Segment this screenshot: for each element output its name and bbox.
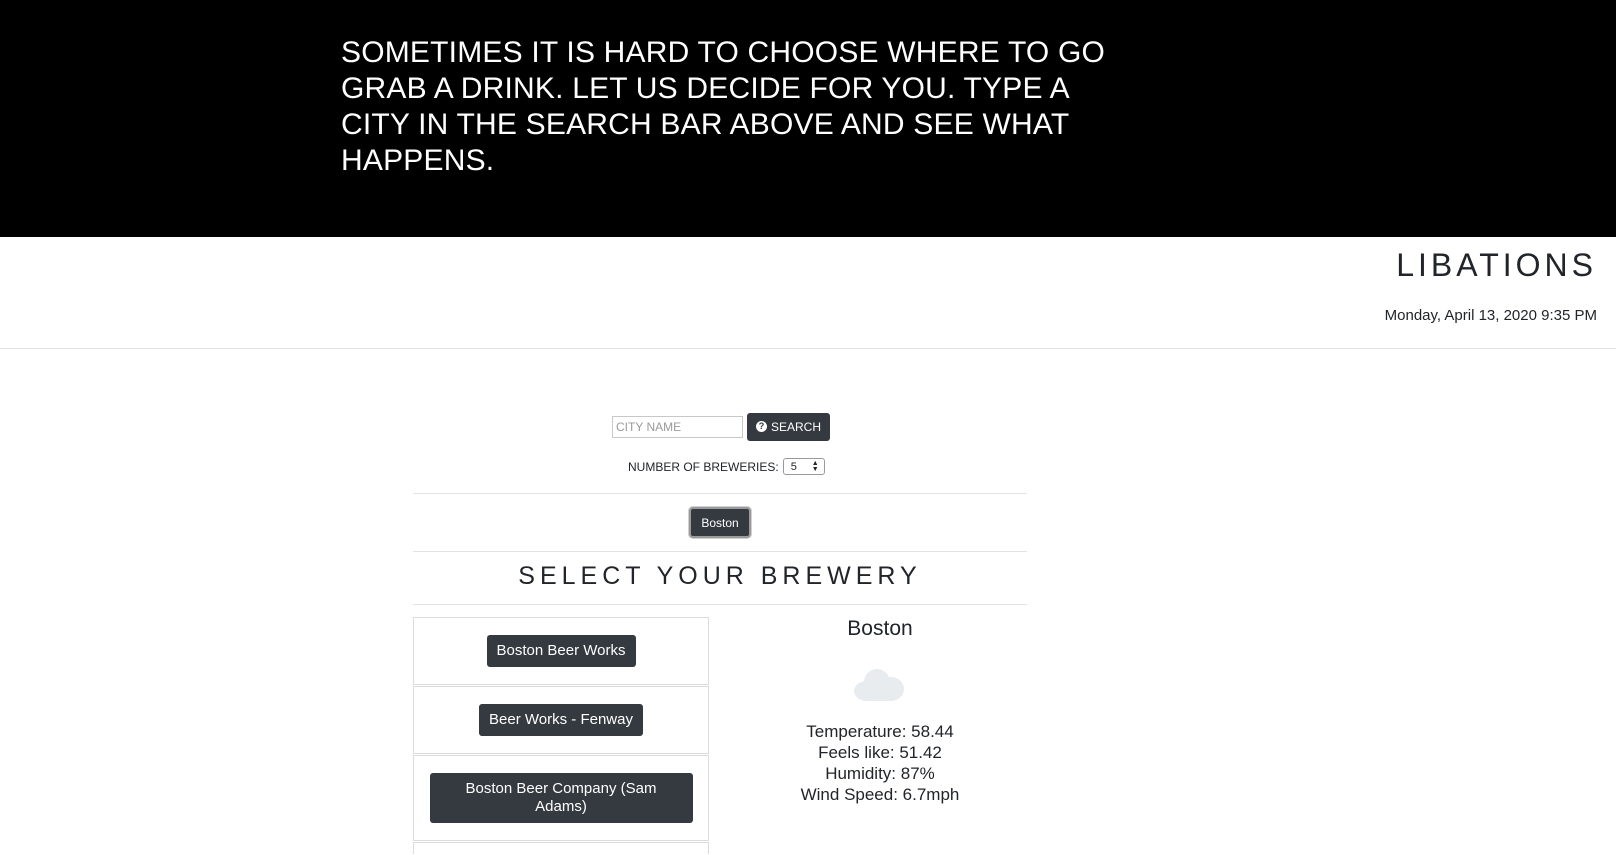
list-item: Beer Works - Fenway bbox=[413, 686, 709, 754]
brewery-section-title: SELECT YOUR BREWERY bbox=[518, 562, 922, 590]
divider bbox=[413, 551, 1027, 552]
brewery-count-label: NUMBER OF BREWERIES: bbox=[628, 459, 779, 474]
cloud-icon bbox=[854, 667, 906, 701]
question-circle-icon: ? bbox=[756, 421, 767, 432]
city-search-input[interactable] bbox=[612, 415, 743, 438]
weather-humidity: Humidity: 87% bbox=[825, 764, 935, 783]
history-city-button[interactable]: Boston bbox=[689, 507, 751, 538]
brewery-count-value: 5 bbox=[790, 460, 797, 473]
current-datetime: Monday, April 13, 2020 9:35 PM bbox=[1384, 307, 1597, 324]
hero-banner: SOMETIMES IT IS HARD TO CHOOSE WHERE TO … bbox=[0, 0, 1616, 237]
brewery-count-select[interactable]: 5 ▲ ▼ bbox=[782, 458, 825, 475]
weather-feels-like: Feels like: 51.42 bbox=[818, 743, 942, 762]
weather-panel: Boston Temperature: 58.44 Feels like: 51… bbox=[760, 617, 1000, 805]
list-item: Boston Beer Works bbox=[413, 617, 709, 685]
list-item bbox=[413, 842, 709, 854]
weather-wind-speed: Wind Speed: 6.7mph bbox=[800, 785, 960, 804]
brand-title: LIBATIONS bbox=[1396, 247, 1597, 283]
brewery-button[interactable]: Boston Beer Works bbox=[486, 635, 636, 667]
divider bbox=[413, 604, 1027, 605]
site-header: LIBATIONS Monday, April 13, 2020 9:35 PM bbox=[0, 237, 1616, 349]
search-button-label: SEARCH bbox=[771, 419, 822, 434]
search-button[interactable]: ? SEARCH bbox=[747, 412, 831, 441]
brewery-list: Boston Beer Works Beer Works - Fenway Bo… bbox=[413, 617, 709, 855]
weather-city: Boston bbox=[847, 617, 913, 640]
brewery-button[interactable]: Boston Beer Company (Sam Adams) bbox=[429, 773, 693, 823]
select-arrows-icon: ▲ ▼ bbox=[811, 459, 819, 473]
search-form: ? SEARCH bbox=[612, 412, 831, 441]
weather-temperature: Temperature: 58.44 bbox=[806, 722, 954, 741]
hero-text: SOMETIMES IT IS HARD TO CHOOSE WHERE TO … bbox=[341, 36, 1106, 177]
brewery-button[interactable]: Beer Works - Fenway bbox=[479, 704, 643, 736]
divider bbox=[413, 493, 1027, 494]
list-item: Boston Beer Company (Sam Adams) bbox=[413, 755, 709, 841]
brewery-count-control: NUMBER OF BREWERIES: 5 ▲ ▼ bbox=[628, 458, 825, 475]
